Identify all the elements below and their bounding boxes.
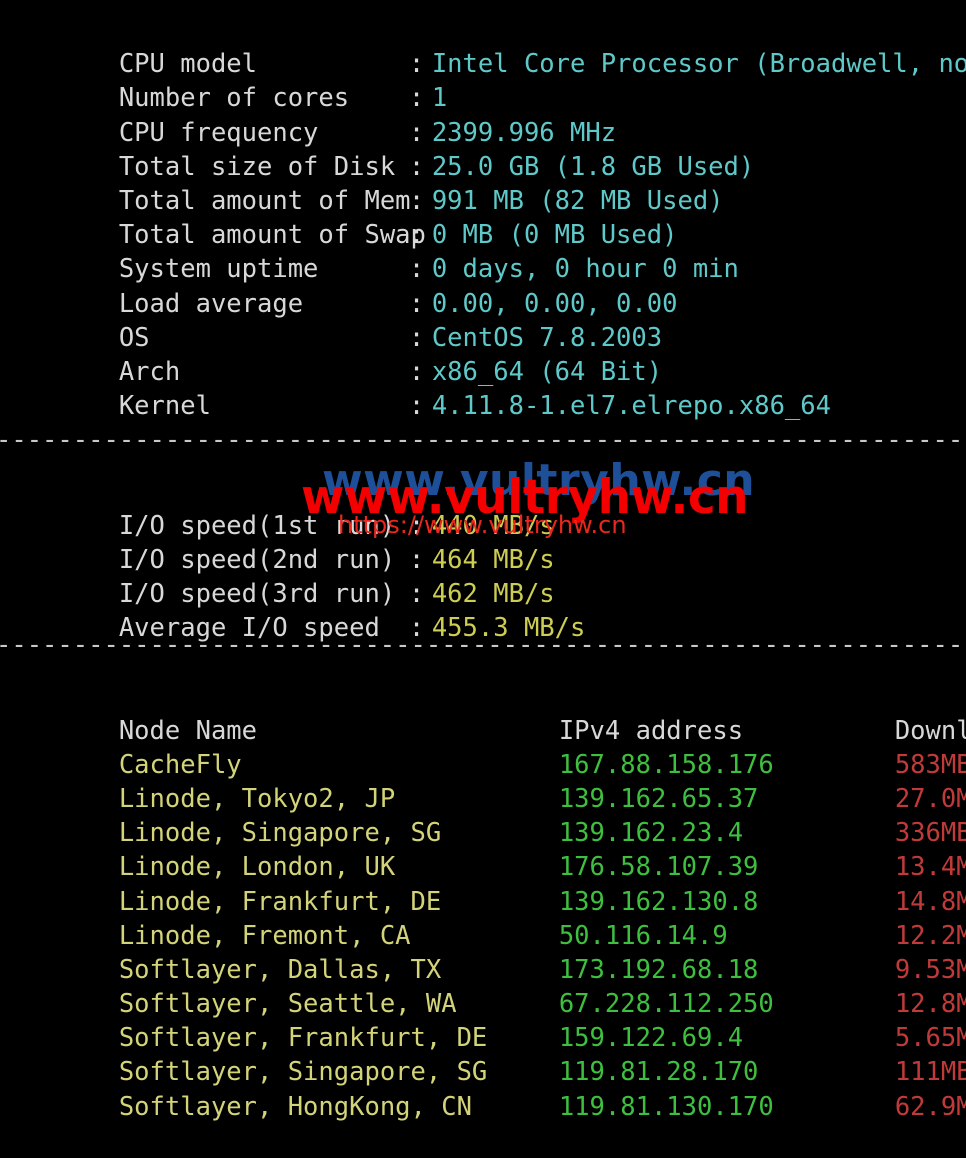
row-value: x86_64 (64 Bit)	[431, 356, 663, 387]
row-value: 991 MB (82 MB Used)	[431, 185, 724, 216]
row-colon: :	[408, 288, 425, 319]
table-header-row: Node Name IPv4 address Download Speed	[0, 679, 966, 746]
row-label: OS	[118, 322, 150, 353]
cell-download-speed: 13.4MB/s	[894, 852, 966, 883]
separator-rule: ----------------------------------------…	[0, 630, 966, 661]
row-label: CPU model	[118, 49, 257, 80]
row-label: System uptime	[118, 254, 319, 285]
system-info-row: CPU model: Intel Core Processor (Broadwel…	[0, 13, 966, 79]
speedtest-table: Node Name IPv4 address Download Speed Cach…	[0, 679, 966, 1122]
row-value: 0 days, 0 hour 0 min	[431, 254, 739, 285]
row-label: Load average	[118, 288, 304, 319]
cell-download-speed: 27.0MB/s	[894, 783, 966, 814]
cell-ipv4: 159.122.69.4	[558, 1023, 744, 1054]
separator-rule: ----------------------------------------…	[0, 425, 966, 456]
row-colon: :	[408, 83, 425, 114]
row-label: I/O speed(1st run)	[118, 510, 396, 541]
cell-node-name: Linode, Fremont, CA	[118, 920, 411, 951]
header-download-speed: Download Speed	[894, 715, 966, 746]
terminal-screen: CPU model: Intel Core Processor (Broadwel…	[0, 13, 966, 1122]
row-colon: :	[408, 254, 425, 285]
cell-download-speed: 5.65MB/s	[894, 1023, 966, 1054]
row-label: Arch	[118, 356, 181, 387]
row-colon: :	[408, 391, 425, 422]
cell-ipv4: 139.162.65.37	[558, 783, 759, 814]
row-colon: :	[408, 117, 425, 148]
row-colon: :	[408, 579, 425, 610]
row-value: 4.11.8-1.el7.elrepo.x86_64	[431, 391, 831, 422]
row-colon: :	[408, 185, 425, 216]
cell-ipv4: 119.81.130.170	[558, 1091, 774, 1122]
cell-ipv4: 119.81.28.170	[558, 1057, 759, 1088]
row-label: I/O speed(3rd run)	[118, 579, 396, 610]
cell-download-speed: 336MB/s	[894, 818, 966, 849]
cell-download-speed: 9.53MB/s	[894, 954, 966, 985]
row-value: 440 MB/s	[431, 510, 555, 541]
cell-download-speed: 583MB/s	[894, 749, 966, 780]
cell-ipv4: 139.162.130.8	[558, 886, 759, 917]
row-colon: :	[408, 322, 425, 353]
cell-node-name: Softlayer, Dallas, TX	[118, 954, 442, 985]
row-value: 2399.996 MHz	[431, 117, 617, 148]
row-colon: :	[408, 544, 425, 575]
row-label: CPU frequency	[118, 117, 319, 148]
cell-ipv4: 67.228.112.250	[558, 989, 774, 1020]
cell-node-name: CacheFly	[118, 749, 242, 780]
row-value: 462 MB/s	[431, 579, 555, 610]
terminal-window: CPU model: Intel Core Processor (Broadwel…	[0, 0, 966, 1122]
io-speed-block: I/O speed(1st run):440 MB/s I/O speed(2n…	[0, 474, 966, 644]
cell-ipv4: 167.88.158.176	[558, 749, 774, 780]
row-colon: :	[408, 510, 425, 541]
row-value: 0.00, 0.00, 0.00	[431, 288, 678, 319]
row-label: I/O speed(2nd run)	[118, 544, 396, 575]
cell-download-speed: 62.9MB/s	[894, 1091, 966, 1122]
row-value: 1	[431, 83, 448, 114]
row-colon: :	[408, 356, 425, 387]
cell-node-name: Linode, Frankfurt, DE	[118, 886, 442, 917]
cell-node-name: Linode, London, UK	[118, 852, 396, 883]
row-label: Total size of Disk	[118, 151, 396, 182]
cell-node-name: Softlayer, Seattle, WA	[118, 989, 457, 1020]
cell-download-speed: 12.8MB/s	[894, 989, 966, 1020]
cell-node-name: Softlayer, HongKong, CN	[118, 1091, 472, 1122]
row-value: CentOS 7.8.2003	[431, 322, 663, 353]
row-value: 0 MB (0 MB Used)	[431, 220, 678, 251]
row-label: Number of cores	[118, 83, 350, 114]
row-label: Total amount of Mem	[118, 185, 411, 216]
header-ipv4-address: IPv4 address	[558, 715, 744, 746]
cell-download-speed: 12.2MB/s	[894, 920, 966, 951]
row-colon: :	[408, 220, 425, 251]
cell-node-name: Linode, Singapore, SG	[118, 818, 442, 849]
row-colon: :	[408, 49, 425, 80]
cell-node-name: Softlayer, Frankfurt, DE	[118, 1023, 488, 1054]
row-value: Intel Core Processor (Broadwell, no TSX,…	[431, 49, 966, 80]
system-info-block: CPU model: Intel Core Processor (Broadwel…	[0, 13, 966, 421]
cell-ipv4: 139.162.23.4	[558, 818, 744, 849]
row-colon: :	[408, 151, 425, 182]
row-label: Total amount of Swap	[118, 220, 426, 251]
header-node-name: Node Name	[118, 715, 257, 746]
cell-ipv4: 50.116.14.9	[558, 920, 728, 951]
cell-download-speed: 111MB/s	[894, 1057, 966, 1088]
cell-node-name: Linode, Tokyo2, JP	[118, 783, 396, 814]
row-label: Kernel	[118, 391, 211, 422]
cell-download-speed: 14.8MB/s	[894, 886, 966, 917]
cell-ipv4: 173.192.68.18	[558, 954, 759, 985]
io-speed-row: I/O speed(1st run):440 MB/s	[0, 474, 966, 541]
row-value: 25.0 GB (1.8 GB Used)	[431, 151, 755, 182]
row-value: 464 MB/s	[431, 544, 555, 575]
cell-node-name: Softlayer, Singapore, SG	[118, 1057, 488, 1088]
cell-ipv4: 176.58.107.39	[558, 852, 759, 883]
